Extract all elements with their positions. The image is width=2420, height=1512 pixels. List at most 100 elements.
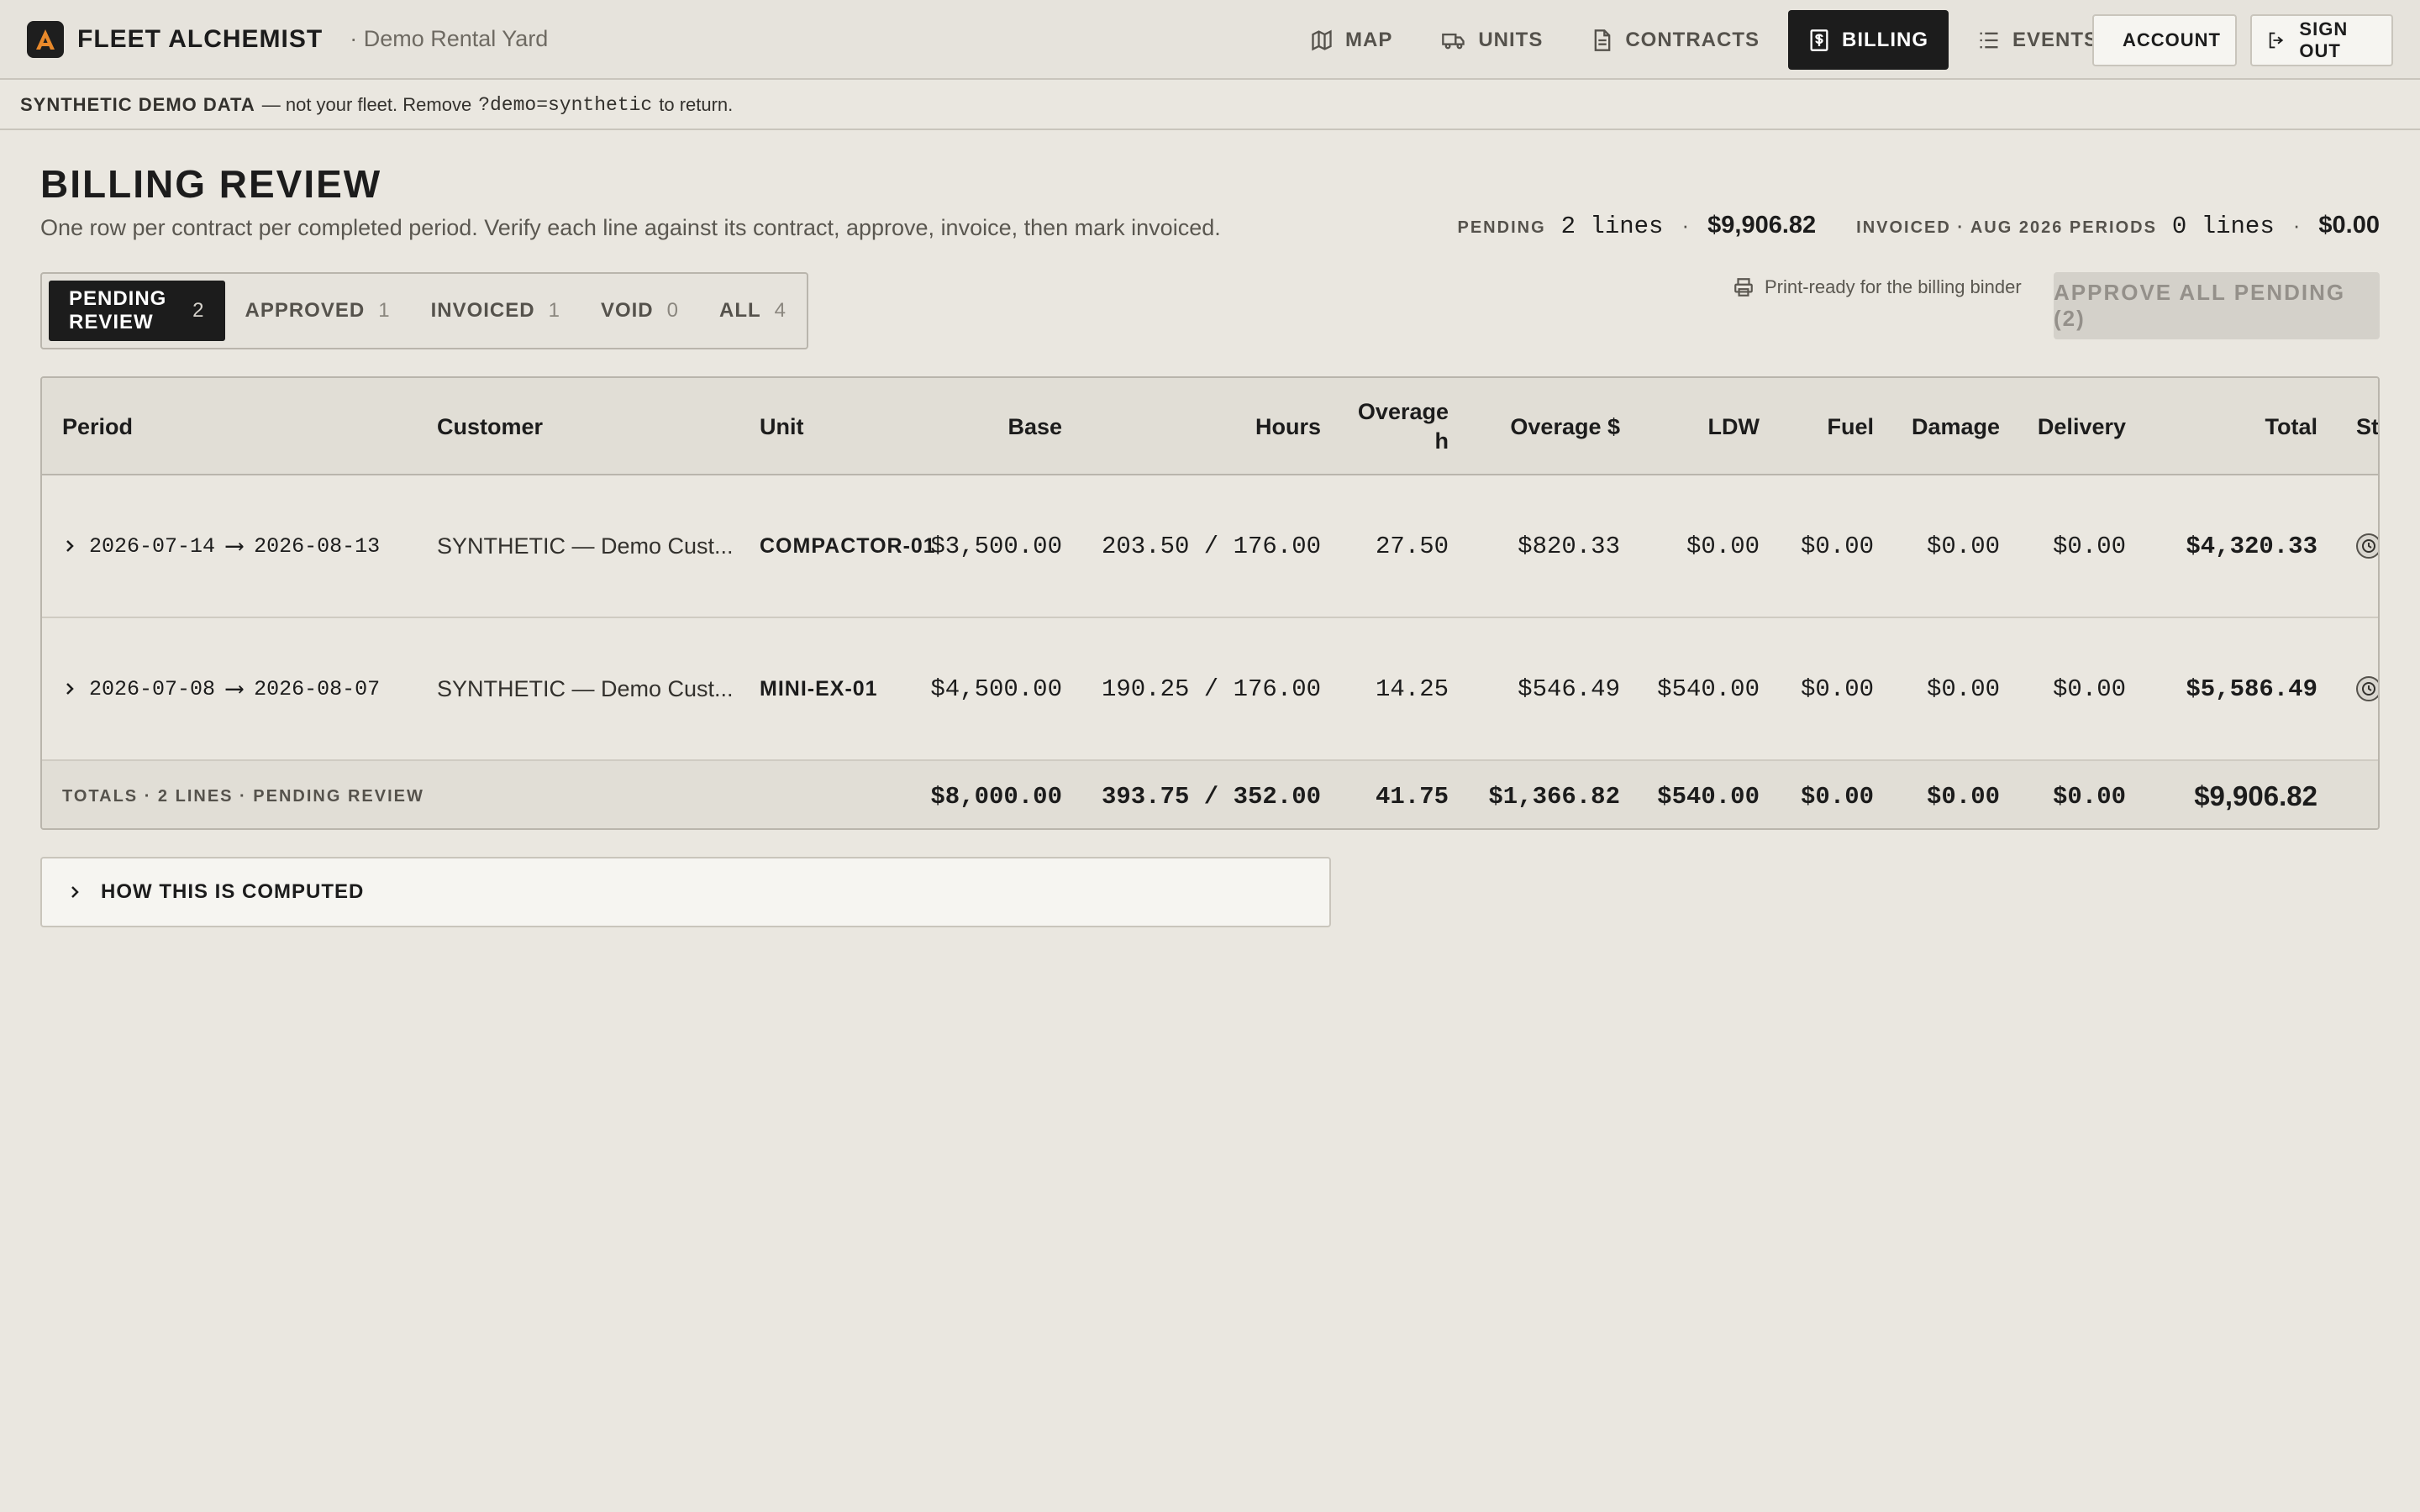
chevron-right-icon[interactable] xyxy=(62,681,77,696)
billing-table: Period Customer Unit Base Hours Overage … xyxy=(40,376,2380,830)
totals-label: TOTALS · 2 LINES · PENDING REVIEW xyxy=(62,786,424,806)
column-header-base[interactable]: Base xyxy=(882,378,1062,475)
nav-item-units[interactable]: UNITS xyxy=(1421,10,1563,70)
tab-approved[interactable]: APPROVED 1 xyxy=(225,281,411,341)
billing-summary: PENDING 2 lines · $9,906.82 INVOICED · A… xyxy=(1458,212,2381,240)
unit-cell: MINI-EX-01 xyxy=(760,676,878,701)
print-note-text: Print-ready for the billing binder xyxy=(1765,276,2022,297)
tab-count: 2 xyxy=(192,299,205,322)
tab-all[interactable]: ALL 4 xyxy=(699,281,807,341)
document-icon xyxy=(1595,29,1611,51)
totals-overage-usd: $1,366.82 xyxy=(1488,782,1620,811)
top-nav-bar: FLEET ALCHEMIST · Demo Rental Yard MAP U… xyxy=(0,0,2420,80)
tab-count: 1 xyxy=(548,299,560,322)
period-arrow: ⟶ xyxy=(227,533,243,562)
approve-all-pending-button[interactable]: APPROVE ALL PENDING (2) xyxy=(2054,272,2380,339)
ldw-cell: $540.00 xyxy=(1657,675,1760,703)
how-computed-label: HOW THIS IS COMPUTED xyxy=(101,880,365,903)
sign-out-button[interactable]: SIGN OUT xyxy=(2250,14,2393,66)
totals-ldw: $540.00 xyxy=(1657,782,1760,811)
main-nav: MAP UNITS CONTRACTS BILLING EVENTS xyxy=(1290,10,2127,70)
column-header-overage-usd[interactable]: Overage $ xyxy=(1470,378,1620,475)
table-header: Period Customer Unit Base Hours Overage … xyxy=(42,378,2378,475)
period-cell[interactable]: 2026-07-14 ⟶ 2026-08-13 xyxy=(62,475,380,617)
delivery-cell: $0.00 xyxy=(2052,675,2126,703)
invoiced-amount: $0.00 xyxy=(2318,212,2380,239)
demo-data-banner: SYNTHETIC DEMO DATA — not your fleet. Re… xyxy=(0,81,2420,130)
nav-item-contracts[interactable]: CONTRACTS xyxy=(1571,10,1780,70)
app-logo-icon xyxy=(27,20,64,58)
banner-text: — not your fleet. Remove xyxy=(261,94,472,115)
tab-void[interactable]: VOID 0 xyxy=(581,281,699,341)
tab-label: INVOICED xyxy=(430,299,535,322)
how-computed-toggle[interactable]: HOW THIS IS COMPUTED xyxy=(40,857,1331,927)
tab-label: VOID xyxy=(600,299,654,322)
map-icon xyxy=(1312,29,1332,50)
column-header-overage-h[interactable]: Overage h xyxy=(1353,378,1449,475)
period-start: 2026-07-14 xyxy=(89,533,216,559)
base-cell: $4,500.00 xyxy=(930,675,1062,703)
tab-label: ALL xyxy=(718,299,761,322)
column-header-damage[interactable]: Damage xyxy=(1882,378,2000,475)
overage-usd-cell: $820.33 xyxy=(1518,532,1620,560)
tab-count: 4 xyxy=(774,299,786,322)
customer-cell: SYNTHETIC — Demo Cust... xyxy=(437,533,734,559)
sign-out-label: SIGN OUT xyxy=(2299,18,2349,61)
banner-code: ?demo=synthetic xyxy=(478,94,653,116)
column-header-period[interactable]: Period xyxy=(62,378,133,475)
table-row[interactable]: 2026-07-14 ⟶ 2026-08-13 SYNTHETIC — Demo… xyxy=(42,475,2378,618)
period-arrow: ⟶ xyxy=(227,675,243,705)
chevron-right-icon[interactable] xyxy=(62,538,77,554)
tab-invoiced[interactable]: INVOICED 1 xyxy=(411,281,581,341)
damage-cell: $0.00 xyxy=(1926,532,2000,560)
nav-item-label: MAP xyxy=(1345,28,1393,51)
overage-h-cell: 27.50 xyxy=(1375,532,1449,560)
chevron-right-icon xyxy=(71,886,79,898)
column-header-unit[interactable]: Unit xyxy=(760,378,803,475)
totals-overage-h: 41.75 xyxy=(1375,782,1449,811)
column-header-delivery[interactable]: Delivery xyxy=(2008,378,2126,475)
column-header-overage-h-line2: h xyxy=(1434,428,1449,454)
account-label: ACCOUNT xyxy=(2123,29,2221,50)
nav-item-label: EVENTS xyxy=(2012,28,2099,51)
status-tabs: PENDING REVIEW 2 APPROVED 1 INVOICED 1 V… xyxy=(40,272,808,349)
total-cell: $4,320.33 xyxy=(2186,532,2317,560)
nav-item-label: UNITS xyxy=(1478,28,1544,51)
pending-label: PENDING xyxy=(1457,218,1546,237)
column-header-total[interactable]: Total xyxy=(2176,378,2318,475)
totals-damage: $0.00 xyxy=(1926,782,2000,811)
base-cell: $3,500.00 xyxy=(930,532,1062,560)
sign-out-icon xyxy=(2269,32,2284,49)
period-end: 2026-08-07 xyxy=(254,676,381,701)
yard-name: · Demo Rental Yard xyxy=(350,26,549,51)
summary-separator: · xyxy=(2292,213,2301,238)
column-header-hours[interactable]: Hours xyxy=(1101,378,1321,475)
nav-item-map[interactable]: MAP xyxy=(1290,10,1413,70)
column-header-status[interactable]: St xyxy=(2356,378,2378,475)
printer-icon xyxy=(1734,278,1753,297)
brand[interactable]: FLEET ALCHEMIST · Demo Rental Yard xyxy=(27,20,549,58)
damage-cell: $0.00 xyxy=(1926,675,2000,703)
account-button[interactable]: ACCOUNT xyxy=(2092,14,2237,66)
invoice-icon xyxy=(1810,29,1828,51)
table-row[interactable]: 2026-07-08 ⟶ 2026-08-07 SYNTHETIC — Demo… xyxy=(42,618,2378,761)
delivery-cell: $0.00 xyxy=(2052,532,2126,560)
hours-cell: 190.25 / 176.00 xyxy=(1101,675,1321,703)
status-cell[interactable] xyxy=(2356,475,2378,617)
period-cell[interactable]: 2026-07-08 ⟶ 2026-08-07 xyxy=(62,618,380,759)
overage-h-cell: 14.25 xyxy=(1375,675,1449,703)
clock-icon xyxy=(2356,676,2378,701)
column-header-fuel[interactable]: Fuel xyxy=(1773,378,1874,475)
tab-count: 0 xyxy=(666,299,679,322)
period-start: 2026-07-08 xyxy=(89,676,216,701)
hours-cell: 203.50 / 176.00 xyxy=(1101,532,1321,560)
column-header-customer[interactable]: Customer xyxy=(437,378,543,475)
tab-label: APPROVED xyxy=(245,299,366,322)
invoiced-label: INVOICED · AUG 2026 PERIODS xyxy=(1856,218,2157,237)
truck-icon xyxy=(1442,33,1465,49)
status-cell[interactable] xyxy=(2356,618,2378,759)
nav-item-label: CONTRACTS xyxy=(1625,28,1760,51)
nav-item-billing[interactable]: BILLING xyxy=(1788,10,1949,70)
tab-pending-review[interactable]: PENDING REVIEW 2 xyxy=(49,281,225,341)
column-header-ldw[interactable]: LDW xyxy=(1655,378,1760,475)
